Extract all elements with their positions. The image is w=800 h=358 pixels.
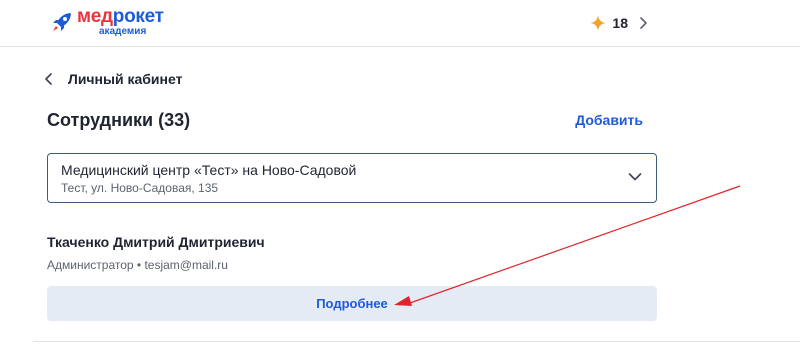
rocket-icon [53,13,71,31]
logo-brand-part2: рокет [112,6,164,27]
employee-details-button[interactable]: Подробнее [47,286,657,321]
back-link-label[interactable]: Личный кабинет [68,71,182,87]
page-title: Сотрудники (33) [47,110,191,130]
employee-role-email: Администратор • tesjam@mail.ru [47,258,228,272]
chevron-down-icon[interactable] [628,172,642,182]
add-employee-button[interactable]: Добавить [575,112,643,128]
logo-brand-part1: мед [77,6,113,27]
chevron-left-icon[interactable] [44,73,54,85]
bonus-count: 18 [612,15,628,31]
top-header: медрокет академия 18 [0,0,800,47]
chevron-right-icon[interactable] [638,17,648,29]
list-divider [33,341,800,342]
back-to-account-link[interactable]: Личный кабинет [44,68,182,90]
star-icon [590,15,607,31]
logo-subtitle: академия [99,26,147,37]
employee-name: Ткаченко Дмитрий Дмитриевич [47,234,265,250]
bonus-points[interactable]: 18 [590,12,648,34]
clinic-select-address: Тест, ул. Ново-Садовая, 135 [61,181,219,195]
medroket-logo[interactable]: медрокет академия [50,6,164,38]
clinic-select-value: Медицинский центр «Тест» на Ново-Садовой [61,162,357,178]
clinic-select[interactable]: Медицинский центр «Тест» на Ново-Садовой… [47,153,657,203]
